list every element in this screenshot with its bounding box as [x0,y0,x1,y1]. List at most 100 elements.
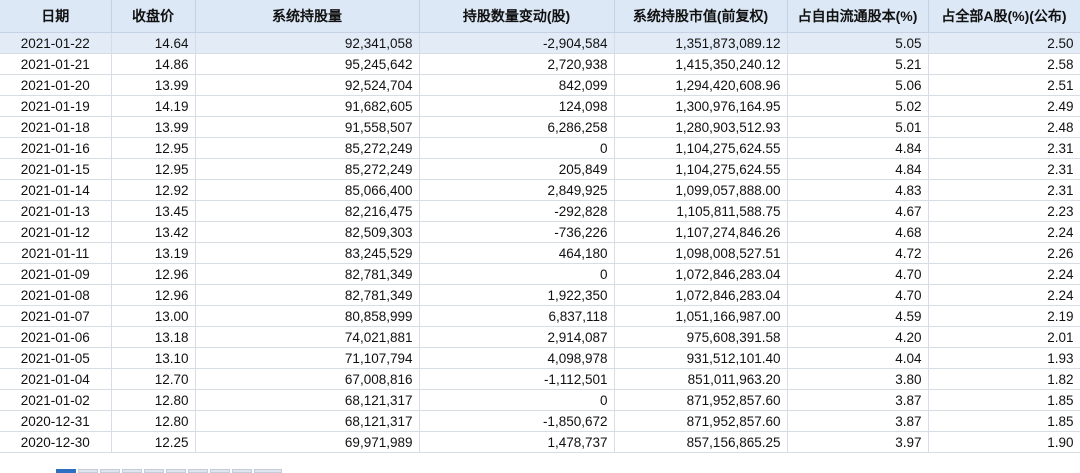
page-tab[interactable] [232,469,252,473]
cell-holding-change: 205,849 [419,158,615,180]
cell-date: 2021-01-02 [0,389,112,411]
page-tab[interactable] [100,469,120,473]
page-tab[interactable] [78,469,98,473]
cell-free-float-pct: 4.72 [787,242,929,264]
cell-close-price: 13.99 [111,74,196,96]
cell-free-float-pct: 4.70 [787,284,929,306]
table-row[interactable]: 2020-12-31 12.80 68,121,317 -1,850,672 871,9… [0,410,1080,432]
cell-close-price: 12.80 [111,389,196,411]
column-header-date[interactable]: 日期 [0,0,112,33]
cell-holding-market-value: 1,280,903,512.93 [614,116,788,138]
table-row[interactable]: 2021-01-08 12.96 82,781,349 1,922,350 1,072,… [0,284,1080,306]
cell-system-holding: 67,008,816 [195,368,420,390]
column-header-all-a-share-pct[interactable]: 占全部A股(%)(公布) [928,0,1080,33]
table-row[interactable]: 2021-01-18 13.99 91,558,507 6,286,258 1,280,… [0,116,1080,138]
table-row[interactable]: 2021-01-14 12.92 85,066,400 2,849,925 1,099,… [0,179,1080,201]
cell-system-holding: 83,245,529 [195,242,420,264]
page-tab[interactable] [166,469,186,473]
table-row[interactable]: 2021-01-19 14.19 91,682,605 124,098 1,300,97… [0,95,1080,117]
cell-close-price: 13.19 [111,242,196,264]
cell-free-float-pct: 4.84 [787,137,929,159]
page-tabs[interactable] [56,469,282,473]
table-row[interactable]: 2021-01-12 13.42 82,509,303 -736,226 1,107,2… [0,221,1080,243]
column-header-close-price[interactable]: 收盘价 [111,0,196,33]
page-tab[interactable] [254,469,282,473]
cell-date: 2021-01-06 [0,326,112,348]
cell-holding-market-value: 1,072,846,283.04 [614,263,788,285]
table-row[interactable]: 2021-01-04 12.70 67,008,816 -1,112,501 851,0… [0,368,1080,390]
table-row[interactable]: 2021-01-02 12.80 68,121,317 0 871,952,857.60… [0,389,1080,411]
cell-close-price: 13.99 [111,116,196,138]
table-row[interactable]: 2020-12-30 12.25 69,971,989 1,478,737 857,15… [0,431,1080,453]
cell-all-a-share-pct: 1.85 [928,410,1080,432]
cell-holding-market-value: 1,294,420,608.96 [614,74,788,96]
page-tab-active[interactable] [56,469,76,473]
cell-all-a-share-pct: 1.85 [928,389,1080,411]
cell-holding-change: 2,720,938 [419,53,615,75]
cell-free-float-pct: 4.20 [787,326,929,348]
cell-system-holding: 92,341,058 [195,32,420,54]
cell-free-float-pct: 4.84 [787,158,929,180]
cell-holding-market-value: 1,105,811,588.75 [614,200,788,222]
table-row[interactable]: 2021-01-20 13.99 92,524,704 842,099 1,294,42… [0,74,1080,96]
cell-free-float-pct: 3.80 [787,368,929,390]
cell-date: 2021-01-08 [0,284,112,306]
column-header-holding-market-value[interactable]: 系统持股市值(前复权) [614,0,788,33]
table-row[interactable]: 2021-01-16 12.95 85,272,249 0 1,104,275,624.… [0,137,1080,159]
cell-free-float-pct: 4.59 [787,305,929,327]
cell-date: 2021-01-13 [0,200,112,222]
cell-date: 2021-01-04 [0,368,112,390]
cell-date: 2021-01-16 [0,137,112,159]
cell-all-a-share-pct: 2.01 [928,326,1080,348]
cell-system-holding: 92,524,704 [195,74,420,96]
table-row[interactable]: 2021-01-05 13.10 71,107,794 4,098,978 931,51… [0,347,1080,369]
cell-holding-market-value: 1,098,008,527.51 [614,242,788,264]
cell-system-holding: 85,272,249 [195,158,420,180]
table-row[interactable]: 2021-01-07 13.00 80,858,999 6,837,118 1,051,… [0,305,1080,327]
header-row: 日期 收盘价 系统持股量 持股数量变动(股) 系统持股市值(前复权) 占自由流通股本(%)… [0,0,1080,33]
cell-all-a-share-pct: 2.24 [928,221,1080,243]
table-row[interactable]: 2021-01-22 14.64 92,341,058 -2,904,584 1,351… [0,32,1080,54]
table-row[interactable]: 2021-01-06 13.18 74,021,881 2,914,087 975,60… [0,326,1080,348]
cell-holding-market-value: 1,300,976,164.95 [614,95,788,117]
cell-system-holding: 69,971,989 [195,431,420,453]
column-header-system-holding[interactable]: 系统持股量 [195,0,420,33]
cell-close-price: 12.95 [111,137,196,159]
cell-all-a-share-pct: 2.23 [928,200,1080,222]
page-tab[interactable] [188,469,208,473]
cell-holding-market-value: 1,104,275,624.55 [614,137,788,159]
cell-system-holding: 82,781,349 [195,284,420,306]
cell-holding-change: 0 [419,263,615,285]
cell-holding-market-value: 857,156,865.25 [614,431,788,453]
cell-all-a-share-pct: 2.50 [928,32,1080,54]
page-tab[interactable] [144,469,164,473]
cell-close-price: 13.10 [111,347,196,369]
column-header-holding-change[interactable]: 持股数量变动(股) [419,0,615,33]
cell-free-float-pct: 3.97 [787,431,929,453]
cell-holding-change: 124,098 [419,95,615,117]
cell-system-holding: 91,558,507 [195,116,420,138]
cell-close-price: 13.45 [111,200,196,222]
cell-close-price: 13.18 [111,326,196,348]
cell-all-a-share-pct: 1.90 [928,431,1080,453]
table-row[interactable]: 2021-01-09 12.96 82,781,349 0 1,072,846,283.… [0,263,1080,285]
cell-close-price: 14.19 [111,95,196,117]
cell-holding-market-value: 1,051,166,987.00 [614,305,788,327]
cell-close-price: 13.42 [111,221,196,243]
cell-holding-market-value: 975,608,391.58 [614,326,788,348]
column-header-free-float-pct[interactable]: 占自由流通股本(%) [787,0,929,33]
table-row[interactable]: 2021-01-15 12.95 85,272,249 205,849 1,104,27… [0,158,1080,180]
page-tab[interactable] [210,469,230,473]
cell-free-float-pct: 4.70 [787,263,929,285]
table-header: 日期 收盘价 系统持股量 持股数量变动(股) 系统持股市值(前复权) 占自由流通股本(%)… [0,0,1080,33]
cell-holding-market-value: 1,351,873,089.12 [614,32,788,54]
cell-free-float-pct: 3.87 [787,389,929,411]
cell-close-price: 13.00 [111,305,196,327]
table-row[interactable]: 2021-01-21 14.86 95,245,642 2,720,938 1,415,… [0,53,1080,75]
cell-holding-change: 1,478,737 [419,431,615,453]
cell-close-price: 12.96 [111,284,196,306]
table-row[interactable]: 2021-01-11 13.19 83,245,529 464,180 1,098,00… [0,242,1080,264]
cell-holding-market-value: 931,512,101.40 [614,347,788,369]
table-row[interactable]: 2021-01-13 13.45 82,216,475 -292,828 1,105,8… [0,200,1080,222]
page-tab[interactable] [122,469,142,473]
